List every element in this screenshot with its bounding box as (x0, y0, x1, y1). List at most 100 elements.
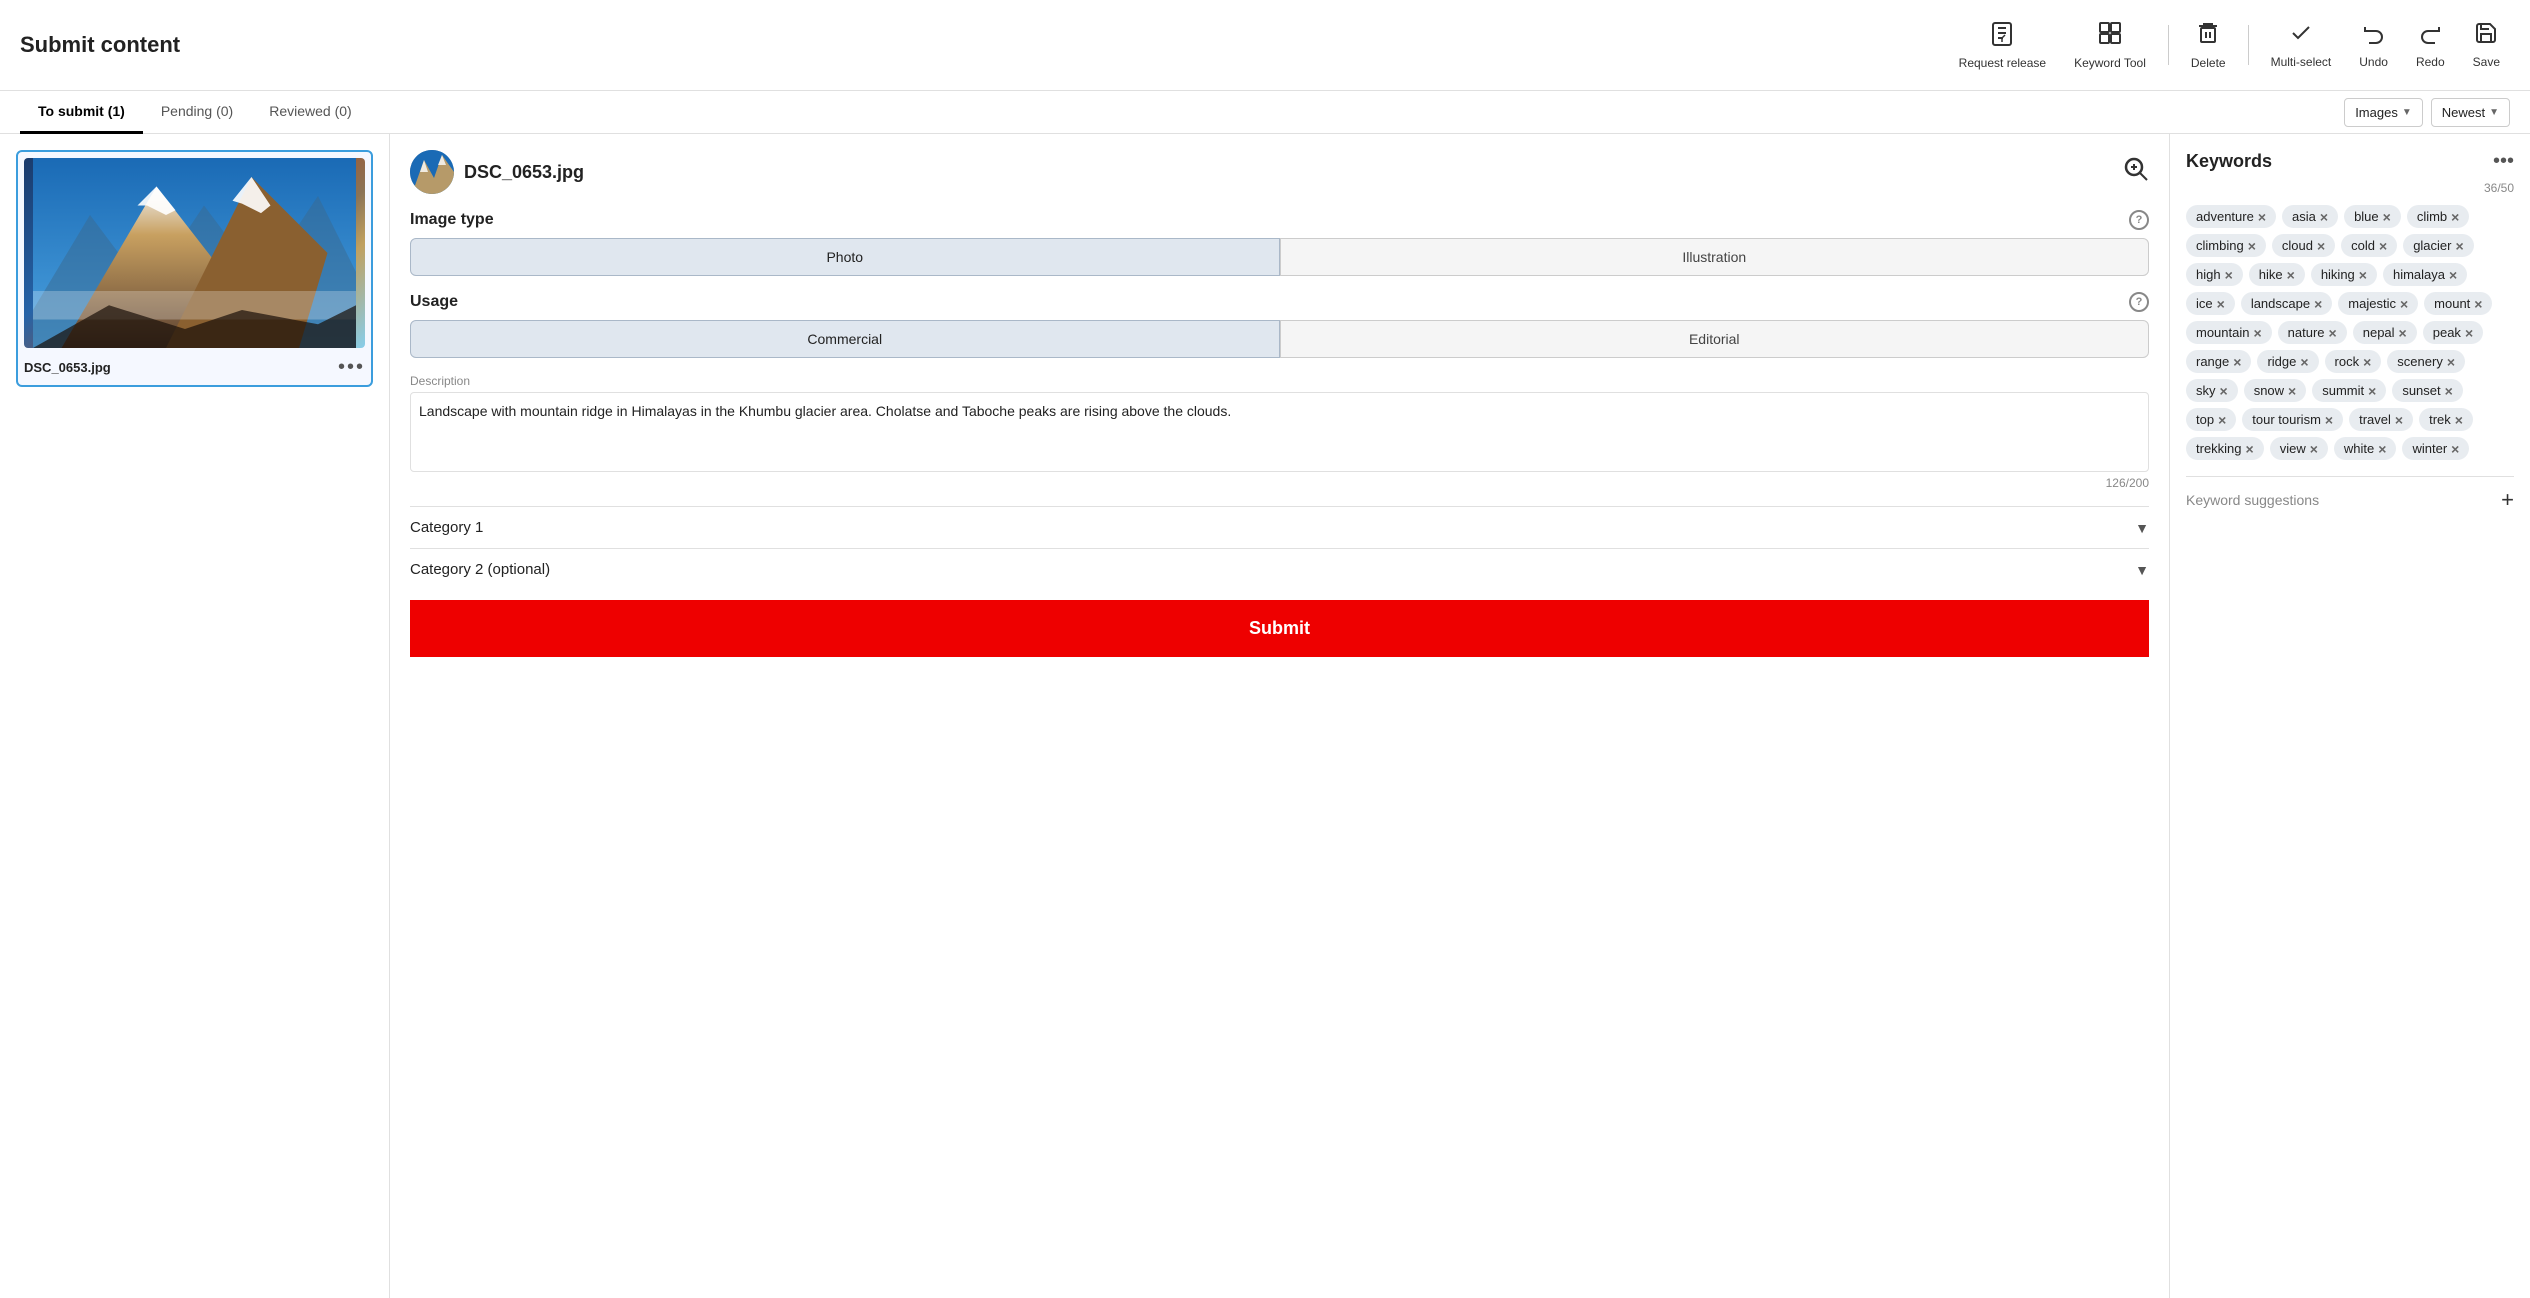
keyword-tag-remove-button[interactable]: × (2317, 239, 2325, 253)
keyword-tag-label: view (2280, 441, 2306, 456)
keyword-tag-remove-button[interactable]: × (2233, 355, 2241, 369)
editorial-button[interactable]: Editorial (1280, 320, 2150, 358)
redo-icon (2418, 21, 2442, 51)
keywords-menu-button[interactable]: ••• (2493, 150, 2514, 173)
request-release-label: Request release (1959, 56, 2046, 70)
keyword-tag: landscape× (2241, 292, 2332, 315)
keyword-tag: summit × (2312, 379, 2386, 402)
usage-help-icon[interactable]: ? (2129, 292, 2149, 312)
description-label: Description (410, 374, 2149, 388)
detail-filename: DSC_0653.jpg (464, 162, 2113, 183)
keyword-tag-remove-button[interactable]: × (2246, 442, 2254, 456)
keyword-tag-remove-button[interactable]: × (2445, 384, 2453, 398)
keyword-tag: view × (2270, 437, 2328, 460)
description-count: 126/200 (410, 476, 2149, 490)
keyword-tag-remove-button[interactable]: × (2329, 326, 2337, 340)
image-card[interactable]: DSC_0653.jpg ••• (16, 150, 373, 387)
multiselect-button[interactable]: Multi-select (2261, 15, 2342, 75)
category2-dropdown[interactable]: Category 2 (optional) ▼ (410, 548, 2149, 590)
save-button[interactable]: Save (2463, 15, 2510, 75)
keyword-tag-remove-button[interactable]: × (2248, 239, 2256, 253)
image-thumbnail (24, 158, 365, 348)
toolbar-divider2 (2248, 25, 2249, 65)
keyword-tag-remove-button[interactable]: × (2455, 239, 2463, 253)
delete-button[interactable]: Delete (2181, 14, 2236, 76)
category1-label: Category 1 (410, 519, 483, 536)
keyword-tag-remove-button[interactable]: × (2258, 210, 2266, 224)
description-text[interactable]: Landscape with mountain ridge in Himalay… (410, 392, 2149, 472)
category1-dropdown[interactable]: Category 1 ▼ (410, 506, 2149, 548)
photo-button[interactable]: Photo (410, 238, 1280, 276)
keyword-tag-remove-button[interactable]: × (2383, 210, 2391, 224)
keyword-tag-remove-button[interactable]: × (2451, 442, 2459, 456)
keywords-header: Keywords ••• (2186, 150, 2514, 173)
keyword-tag-label: cold (2351, 238, 2375, 253)
keyword-tag-remove-button[interactable]: × (2310, 442, 2318, 456)
request-release-button[interactable]: Request release (1949, 14, 2056, 76)
keyword-tag-remove-button[interactable]: × (2288, 384, 2296, 398)
keyword-tag-remove-button[interactable]: × (2455, 413, 2463, 427)
toolbar-divider (2168, 25, 2169, 65)
keyword-tag: cloud × (2272, 234, 2335, 257)
undo-button[interactable]: Undo (2349, 15, 2398, 75)
keyword-tool-button[interactable]: Keyword Tool (2064, 14, 2156, 76)
tab-pending[interactable]: Pending (0) (143, 91, 251, 134)
delete-icon (2196, 20, 2220, 52)
image-card-menu-button[interactable]: ••• (338, 356, 365, 379)
keyword-tag-remove-button[interactable]: × (2217, 297, 2225, 311)
keyword-tag-remove-button[interactable]: × (2378, 442, 2386, 456)
keyword-tag-label: majestic (2348, 296, 2396, 311)
keyword-tag-label: ice (2196, 296, 2213, 311)
image-card-footer: DSC_0653.jpg ••• (24, 348, 365, 379)
keyword-tag-remove-button[interactable]: × (2465, 326, 2473, 340)
type-filter[interactable]: Images ▼ (2344, 98, 2423, 127)
keyword-tag-remove-button[interactable]: × (2325, 413, 2333, 427)
keyword-tag-remove-button[interactable]: × (2447, 355, 2455, 369)
keyword-tag-remove-button[interactable]: × (2225, 268, 2233, 282)
keyword-tag-label: top (2196, 412, 2214, 427)
keyword-tag-remove-button[interactable]: × (2314, 297, 2322, 311)
keyword-tag-remove-button[interactable]: × (2253, 326, 2261, 340)
tab-to-submit[interactable]: To submit (1) (20, 91, 143, 134)
keyword-tag-remove-button[interactable]: × (2363, 355, 2371, 369)
redo-button[interactable]: Redo (2406, 15, 2455, 75)
keyword-tag-remove-button[interactable]: × (2451, 210, 2459, 224)
keyword-tag: glacier× (2403, 234, 2473, 257)
add-keyword-suggestion-button[interactable]: + (2501, 487, 2514, 513)
keyword-tag-label: snow (2254, 383, 2284, 398)
sort-filter[interactable]: Newest ▼ (2431, 98, 2510, 127)
category2-arrow-icon: ▼ (2135, 562, 2149, 578)
detail-thumbnail (410, 150, 454, 194)
submit-button[interactable]: Submit (410, 600, 2149, 657)
illustration-button[interactable]: Illustration (1280, 238, 2150, 276)
keyword-tag-remove-button[interactable]: × (2399, 326, 2407, 340)
tab-reviewed[interactable]: Reviewed (0) (251, 91, 369, 134)
zoom-button[interactable] (2123, 156, 2149, 188)
image-type-help-icon[interactable]: ? (2129, 210, 2149, 230)
keyword-tag-remove-button[interactable]: × (2368, 384, 2376, 398)
keyword-tag-remove-button[interactable]: × (2449, 268, 2457, 282)
page-title: Submit content (20, 32, 180, 58)
keyword-tag-remove-button[interactable]: × (2218, 413, 2226, 427)
keyword-tag: travel× (2349, 408, 2413, 431)
keyword-tag: climb× (2407, 205, 2470, 228)
keyword-tag-remove-button[interactable]: × (2359, 268, 2367, 282)
keyword-tag-label: summit (2322, 383, 2364, 398)
keyword-tag: cold × (2341, 234, 2397, 257)
request-release-icon (1989, 20, 2015, 52)
keyword-tag-label: mount (2434, 296, 2470, 311)
keyword-tag-remove-button[interactable]: × (2220, 384, 2228, 398)
keyword-tag-remove-button[interactable]: × (2320, 210, 2328, 224)
keyword-tag-remove-button[interactable]: × (2395, 413, 2403, 427)
keywords-count: 36/50 (2186, 181, 2514, 195)
commercial-button[interactable]: Commercial (410, 320, 1280, 358)
keyword-tag-remove-button[interactable]: × (2300, 355, 2308, 369)
keyword-tag-remove-button[interactable]: × (2400, 297, 2408, 311)
keyword-tag-remove-button[interactable]: × (2379, 239, 2387, 253)
keyword-tag-remove-button[interactable]: × (2474, 297, 2482, 311)
filter-group: Images ▼ Newest ▼ (2344, 98, 2510, 127)
keyword-tag-label: cloud (2282, 238, 2313, 253)
keyword-tag-remove-button[interactable]: × (2287, 268, 2295, 282)
keyword-tag: trek× (2419, 408, 2473, 431)
keyword-tag: blue× (2344, 205, 2401, 228)
